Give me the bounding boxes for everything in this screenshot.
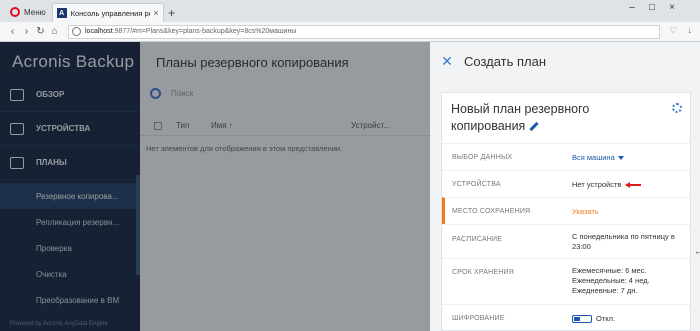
panel-title: Создать план <box>464 53 547 69</box>
address-bar: ‹ › ↻ ⌂ localhost :9877/#m=Plans&key=pla… <box>0 22 700 42</box>
browser-tab-title: Консоль управления резерв <box>70 8 151 18</box>
forward-icon[interactable]: › <box>20 26 33 37</box>
retention-monthly: Ежемесячные: 6 мес. <box>572 266 647 275</box>
row-retention[interactable]: СРОК ХРАНЕНИЯ Ежемесячные: 6 мес. Еженед… <box>442 258 690 304</box>
create-plan-panel: ✕ Создать план Новый план резервного коп… <box>430 42 700 331</box>
row-label: СРОК ХРАНЕНИЯ <box>452 269 515 276</box>
row-value[interactable]: Нет устройств <box>572 180 690 190</box>
browser-menu-button[interactable]: Меню <box>4 2 52 22</box>
plan-card: Новый план резервного копирования ВЫБОР … <box>441 92 691 331</box>
row-destination[interactable]: МЕСТО СОХРАНЕНИЯ Указать <box>442 197 690 224</box>
chevron-down-icon <box>617 156 624 161</box>
plan-name[interactable]: Новый план резервного копирования <box>451 101 651 135</box>
row-data-selection[interactable]: ВЫБОР ДАННЫХ Вся машина <box>442 143 690 170</box>
encryption-toggle[interactable]: Откл. <box>572 314 690 324</box>
toggle-switch[interactable] <box>572 315 592 324</box>
row-value[interactable]: Вся машина <box>572 153 690 163</box>
browser-menu-label: Меню <box>24 7 46 17</box>
row-schedule[interactable]: РАСПИСАНИЕ С понедельника по пятницу в 2… <box>442 224 690 258</box>
reload-icon[interactable]: ↻ <box>34 26 47 37</box>
heart-icon[interactable]: ♡ <box>669 25 677 36</box>
page-info-icon[interactable] <box>72 27 81 36</box>
url-path: :9877/#m=Plans&key=plans-backup&key=8cs%… <box>112 28 297 35</box>
retention-weekly: Еженедельные: 4 нед. <box>572 276 650 285</box>
row-encryption[interactable]: ШИФРОВАНИЕ Откл. <box>442 304 690 330</box>
opera-logo-icon <box>10 7 20 17</box>
red-arrow-annotation-icon <box>625 182 642 189</box>
maximize-icon[interactable]: □ <box>642 2 662 13</box>
acronis-favicon-icon: A <box>56 8 67 18</box>
window-controls: – □ × <box>622 2 682 13</box>
url-field[interactable]: localhost :9877/#m=Plans&key=plans-backu… <box>68 24 660 39</box>
address-bar-actions: ♡ ↓ <box>669 25 692 36</box>
encryption-value: Откл. <box>596 314 616 323</box>
data-selection-value: Вся машина <box>572 153 615 162</box>
schedule-value[interactable]: С понедельника по пятницу в 23:00 <box>572 232 690 252</box>
close-icon[interactable]: ✕ <box>438 53 456 70</box>
edit-pencil-icon[interactable] <box>529 122 539 132</box>
row-devices[interactable]: УСТРОЙСТВА Нет устройств <box>442 170 690 197</box>
tab-bar: Меню A Консоль управления резерв × + <box>0 0 700 22</box>
back-icon[interactable]: ‹ <box>6 26 19 37</box>
destination-link[interactable]: Указать <box>572 207 690 217</box>
panel-header: ✕ Создать план <box>430 42 700 80</box>
plan-name-text: Новый план резервного копирования <box>451 102 590 133</box>
modal-overlay[interactable] <box>0 42 430 331</box>
window-close-icon[interactable]: × <box>662 2 682 13</box>
minimize-icon[interactable]: – <box>622 2 642 13</box>
row-label: ВЫБОР ДАННЫХ <box>452 154 513 161</box>
row-label: МЕСТО СОХРАНЕНИЯ <box>452 208 531 215</box>
new-tab-button[interactable]: + <box>164 3 180 22</box>
browser-tab[interactable]: A Консоль управления резерв × <box>51 3 164 22</box>
url-host: localhost <box>85 28 113 35</box>
home-icon[interactable]: ⌂ <box>48 26 61 37</box>
download-icon[interactable]: ↓ <box>688 25 693 36</box>
tab-close-icon[interactable]: × <box>153 8 158 18</box>
browser-chrome: Меню A Консоль управления резерв × + – □… <box>0 0 700 42</box>
resize-cursor-icon: ↔ <box>694 246 700 256</box>
retention-value[interactable]: Ежемесячные: 6 мес. Еженедельные: 4 нед.… <box>572 266 690 296</box>
row-label: РАСПИСАНИЕ <box>452 236 503 243</box>
gear-icon[interactable] <box>672 103 682 113</box>
row-label: УСТРОЙСТВА <box>452 181 501 188</box>
retention-daily: Ежедневные: 7 дн. <box>572 286 638 295</box>
devices-value: Нет устройств <box>572 180 622 189</box>
row-label: ШИФРОВАНИЕ <box>452 315 505 322</box>
